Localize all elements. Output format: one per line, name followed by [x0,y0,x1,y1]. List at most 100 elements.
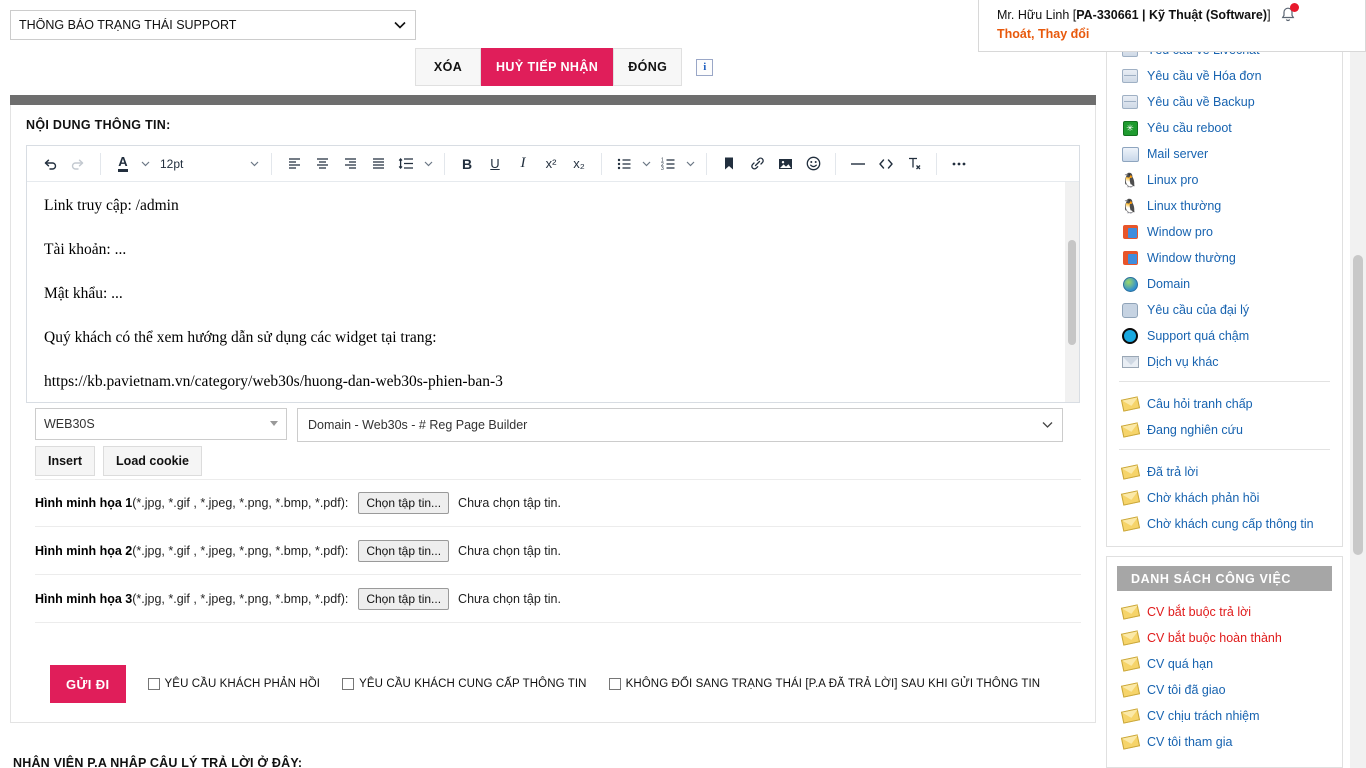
checkbox-box[interactable] [342,678,355,690]
checkbox-request-info[interactable]: YÊU CẦU KHÁCH CUNG CẤP THÔNG TIN [342,678,586,690]
sidebar-item-slow-support[interactable]: Support quá chậm [1107,323,1342,349]
checkbox-label: YÊU CẦU KHÁCH CUNG CẤP THÔNG TIN [359,678,587,690]
checkbox-box[interactable] [608,678,621,690]
editor-paragraph: Tài khoản: ... [44,240,127,258]
align-left-icon[interactable] [280,151,308,177]
page-scrollbar-thumb[interactable] [1353,255,1363,555]
status-select-wrapper: THÔNG BÁO TRẠNG THÁI SUPPORT [10,10,416,40]
horizontal-rule-icon[interactable] [844,151,872,177]
choose-file-button[interactable]: Chọn tập tin... [358,539,450,562]
editor-scrollbar[interactable] [1065,182,1079,402]
line-height-chevron-icon[interactable] [420,151,436,177]
task-item-must-answer[interactable]: CV bắt buộc trả lời [1107,599,1342,625]
bold-icon[interactable]: B [453,151,481,177]
sidebar-item-window-thuong[interactable]: Window thường [1107,245,1342,271]
underline-icon[interactable]: U [481,151,509,177]
line-height-icon[interactable] [392,151,420,177]
status-select[interactable]: THÔNG BÁO TRẠNG THÁI SUPPORT [10,10,416,40]
logout-link[interactable]: Thoát [997,27,1031,41]
sidebar-item-agent-request[interactable]: Yêu cầu của đại lý [1107,297,1342,323]
load-cookie-button[interactable]: Load cookie [103,446,202,476]
product-select[interactable]: WEB30S [35,408,287,440]
info-icon[interactable]: i [696,58,714,76]
sidebar-item-label: Window pro [1147,225,1213,239]
cancel-receive-button[interactable]: HUỶ TIẾP NHẬN [481,48,614,86]
redo-icon[interactable] [64,151,92,177]
checkbox-keep-status[interactable]: KHÔNG ĐỔI SANG TRẠNG THÁI [P.A ĐÃ TRẢ LỜ… [608,678,1041,690]
task-item-responsible[interactable]: CV chịu trách nhiệm [1107,703,1342,729]
align-center-icon[interactable] [308,151,336,177]
number-list-icon[interactable]: 123 [654,151,682,177]
font-size-selector[interactable]: 12pt [153,151,263,177]
page-scrollbar[interactable] [1350,0,1366,768]
template-select[interactable]: Domain - Web30s - # Reg Page Builder [297,408,1063,442]
toolbar-group-font: A 12pt [104,151,268,177]
checkbox-request-feedback[interactable]: YÊU CẦU KHÁCH PHẢN HỒI [147,678,321,690]
sidebar-item-invoice[interactable]: Yêu cầu về Hóa đơn [1107,63,1342,89]
clear-format-icon[interactable] [900,151,928,177]
yellow-envelope-icon [1119,681,1141,699]
sidebar-item-waiting-feedback[interactable]: Chờ khách phản hồi [1107,485,1342,511]
change-link[interactable]: Thay đổi [1038,27,1089,41]
close-button[interactable]: ĐÓNG [613,48,683,86]
choose-file-button[interactable]: Chọn tập tin... [358,587,450,610]
user-actions: Thoát, Thay đổi [997,27,1365,41]
file-row-label: Hình minh họa 1 [35,496,133,510]
undo-icon[interactable] [36,151,64,177]
align-right-icon[interactable] [336,151,364,177]
sidebar-item-window-pro[interactable]: Window pro [1107,219,1342,245]
number-list-chevron-icon[interactable] [682,151,698,177]
task-item-participating[interactable]: CV tôi tham gia [1107,729,1342,755]
sidebar-item-label: Chờ khách cung cấp thông tin [1147,517,1314,531]
task-item-must-complete[interactable]: CV bắt buộc hoàn thành [1107,625,1342,651]
tasks-list: CV bắt buộc trả lời CV bắt buộc hoàn thà… [1107,595,1342,755]
bullet-list-icon[interactable] [610,151,638,177]
bullet-list-chevron-icon[interactable] [638,151,654,177]
task-item-assigned-by-me[interactable]: CV tôi đã giao [1107,677,1342,703]
sidebar-item-linux-thuong[interactable]: 🐧 Linux thường [1107,193,1342,219]
emoji-icon[interactable] [799,151,827,177]
sidebar-item-linux-pro[interactable]: 🐧 Linux pro [1107,167,1342,193]
delete-button[interactable]: XÓA [415,48,481,86]
file-row-extensions: (*.jpg, *.gif , *.jpeg, *.png, *.bmp, *.… [132,496,349,510]
task-item-label: CV quá hạn [1147,657,1214,671]
send-button[interactable]: GỬI ĐI [50,665,126,703]
align-justify-icon[interactable] [364,151,392,177]
more-options-icon[interactable] [945,151,973,177]
sidebar-item-waiting-info[interactable]: Chờ khách cung cấp thông tin [1107,511,1342,537]
editor-scrollbar-thumb[interactable] [1068,240,1076,345]
sidebar-item-dispute[interactable]: Câu hỏi tranh chấp [1107,391,1342,417]
subscript-icon[interactable]: x₂ [565,151,593,177]
yellow-envelope-icon [1119,395,1141,413]
panel-title: NỘI DUNG THÔNG TIN: [26,118,171,132]
sidebar-item-answered[interactable]: Đã trả lời [1107,459,1342,485]
sidebar-item-backup[interactable]: Yêu cầu về Backup [1107,89,1342,115]
superscript-icon[interactable]: x² [537,151,565,177]
server-icon [1119,93,1141,111]
source-code-icon[interactable] [872,151,900,177]
link-icon[interactable] [743,151,771,177]
bookmark-icon[interactable] [715,151,743,177]
toolbar-group-insert [710,151,832,177]
font-color-chevron-icon[interactable] [137,151,153,177]
task-item-overdue[interactable]: CV quá hạn [1107,651,1342,677]
checkbox-box[interactable] [147,678,160,690]
font-color-icon[interactable]: A [109,151,137,177]
image-icon[interactable] [771,151,799,177]
sidebar-item-researching[interactable]: Đang nghiên cứu [1107,417,1342,443]
italic-icon[interactable]: I [509,151,537,177]
sidebar-item-mail-server[interactable]: Mail server [1107,141,1342,167]
yellow-envelope-icon [1119,421,1141,439]
sidebar-item-other-service[interactable]: Dịch vụ khác [1107,349,1342,375]
yellow-envelope-icon [1119,489,1141,507]
envelope-icon [1119,353,1141,371]
insert-button[interactable]: Insert [35,446,96,476]
sidebar-item-label: Yêu cầu của đại lý [1147,303,1250,317]
sidebar-item-domain[interactable]: Domain [1107,271,1342,297]
content-panel: NỘI DUNG THÔNG TIN: A 12pt B U I x² x₂ 1… [10,105,1096,723]
file-row-label: Hình minh họa 3 [35,591,133,606]
choose-file-button[interactable]: Chọn tập tin... [358,492,450,514]
bell-icon[interactable] [1279,3,1299,24]
sidebar-item-reboot[interactable]: ✳ Yêu cầu reboot [1107,115,1342,141]
editor-content[interactable]: Link truy cập: /admin Tài khoản: ... Mật… [27,182,1079,402]
